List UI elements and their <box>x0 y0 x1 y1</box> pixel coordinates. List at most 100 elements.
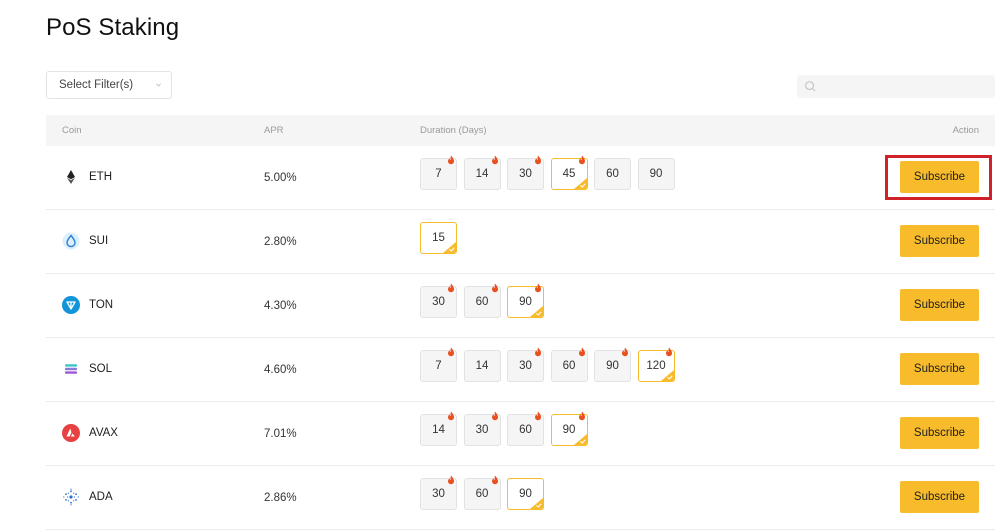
subscribe-button[interactable]: Subscribe <box>900 225 979 257</box>
duration-options: 30 60 90 <box>420 283 551 318</box>
coin-name: ADA <box>89 491 113 503</box>
duration-option-90[interactable]: 90 <box>594 347 631 382</box>
flame-icon <box>491 155 499 165</box>
duration-option-60[interactable]: 60 <box>463 475 501 510</box>
duration-label: 30 <box>475 424 489 436</box>
table-row: AVAX 7.01% 14 30 60 90 Subscribe <box>46 402 995 466</box>
duration-label: 7 <box>435 360 442 372</box>
duration-option-90[interactable]: 90 <box>507 478 544 510</box>
duration-label: 60 <box>606 168 619 180</box>
duration-option-14[interactable]: 14 <box>420 411 457 446</box>
duration-label: 60 <box>475 296 489 308</box>
duration-label: 90 <box>606 360 619 372</box>
staking-table-body: ETH 5.00% 7 14 30 45 60 90 Subscribe SUI… <box>46 146 995 530</box>
table-row: ETH 5.00% 7 14 30 45 60 90 Subscribe <box>46 146 995 210</box>
flame-icon <box>447 411 455 421</box>
duration-options: 15 <box>420 222 464 254</box>
search-box[interactable] <box>797 75 995 98</box>
subscribe-button[interactable]: Subscribe <box>900 289 979 321</box>
duration-option-30[interactable]: 30 <box>420 283 457 318</box>
flame-icon <box>578 347 586 357</box>
duration-option-14[interactable]: 14 <box>463 155 501 190</box>
duration-option-60[interactable]: 60 <box>463 283 501 318</box>
duration-option-60[interactable]: 60 <box>507 411 544 446</box>
chevron-down-icon <box>156 83 161 87</box>
flame-icon <box>447 347 455 357</box>
duration-option-7[interactable]: 7 <box>420 155 457 190</box>
coin-name: TON <box>89 299 114 311</box>
selected-check-icon <box>573 178 587 189</box>
coin-cell: SOL <box>62 360 112 378</box>
coin-cell: ETH <box>62 168 112 186</box>
coin-name: ETH <box>89 171 112 183</box>
duration-label: 60 <box>562 360 576 372</box>
selected-check-icon <box>530 306 543 317</box>
duration-option-90[interactable]: 90 <box>550 411 588 446</box>
flame-icon <box>578 411 586 421</box>
flame-icon <box>491 411 499 421</box>
duration-option-30[interactable]: 30 <box>507 347 544 382</box>
duration-label: 60 <box>475 488 489 500</box>
page-title: PoS Staking <box>46 14 180 41</box>
apr-value: 2.80% <box>264 236 297 248</box>
duration-label: 7 <box>435 168 442 180</box>
table-row: SUI 2.80% 15 Subscribe <box>46 210 995 274</box>
subscribe-button[interactable]: Subscribe <box>900 353 979 385</box>
duration-option-90[interactable]: 90 <box>637 158 675 190</box>
eth-icon <box>62 168 80 186</box>
ton-icon <box>62 296 80 314</box>
avax-icon <box>62 424 80 442</box>
duration-options: 14 30 60 90 <box>420 411 594 446</box>
apr-value: 4.60% <box>264 364 297 376</box>
coin-cell: SUI <box>62 232 108 250</box>
selected-check-icon <box>573 434 587 445</box>
flame-icon <box>534 283 542 293</box>
flame-icon <box>578 155 586 165</box>
duration-option-90[interactable]: 90 <box>507 283 544 318</box>
duration-label: 30 <box>432 488 445 500</box>
selected-check-icon <box>443 242 456 253</box>
duration-option-30[interactable]: 30 <box>507 155 544 190</box>
filter-select[interactable]: Select Filter(s) <box>46 71 172 99</box>
duration-label: 14 <box>475 360 489 372</box>
duration-options: 7 14 30 45 60 90 <box>420 155 681 190</box>
duration-option-30[interactable]: 30 <box>420 475 457 510</box>
selected-check-icon <box>660 370 674 381</box>
search-icon <box>805 81 816 92</box>
sui-icon <box>62 232 80 250</box>
duration-option-60[interactable]: 60 <box>594 158 631 190</box>
apr-value: 4.30% <box>264 300 297 312</box>
duration-option-60[interactable]: 60 <box>550 347 588 382</box>
duration-option-14[interactable]: 14 <box>463 350 501 382</box>
flame-icon <box>491 283 499 293</box>
table-row: SOL 4.60% 7 14 30 60 90 120 Subscribe <box>46 338 995 402</box>
column-header-duration: Duration (Days) <box>420 125 487 136</box>
duration-label: 14 <box>432 424 445 436</box>
column-header-coin: Coin <box>62 125 82 136</box>
subscribe-button[interactable]: Subscribe <box>900 417 979 449</box>
flame-icon <box>665 347 673 357</box>
table-row: TON 4.30% 30 60 90 Subscribe <box>46 274 995 338</box>
apr-value: 5.00% <box>264 172 297 184</box>
duration-label: 30 <box>519 168 532 180</box>
column-header-action: Action <box>952 125 979 136</box>
duration-label: 90 <box>649 168 663 180</box>
flame-icon <box>447 475 455 485</box>
subscribe-button[interactable]: Subscribe <box>900 161 979 193</box>
duration-option-15[interactable]: 15 <box>420 222 457 254</box>
flame-icon <box>534 347 542 357</box>
duration-option-30[interactable]: 30 <box>463 411 501 446</box>
search-input[interactable] <box>821 75 991 98</box>
filter-select-label: Select Filter(s) <box>59 79 134 91</box>
duration-option-45[interactable]: 45 <box>550 155 588 190</box>
duration-option-120[interactable]: 120 <box>637 347 675 382</box>
coin-cell: AVAX <box>62 424 118 442</box>
subscribe-button[interactable]: Subscribe <box>900 481 979 513</box>
duration-option-7[interactable]: 7 <box>420 347 457 382</box>
duration-label: 30 <box>519 360 532 372</box>
table-row: ADA 2.86% 30 60 90 Subscribe <box>46 466 995 530</box>
coin-cell: ADA <box>62 488 113 506</box>
column-header-apr: APR <box>264 125 284 136</box>
duration-label: 60 <box>519 424 532 436</box>
apr-value: 7.01% <box>264 428 297 440</box>
